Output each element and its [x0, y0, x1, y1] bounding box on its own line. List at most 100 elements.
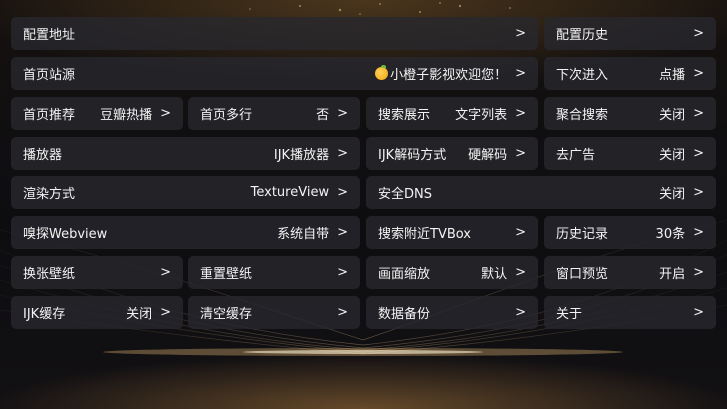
- setting-item[interactable]: 去广告 关闭 >: [544, 137, 716, 170]
- setting-value: 系统自带: [277, 227, 330, 242]
- setting-value: 默认: [481, 267, 508, 282]
- setting-right: 系统自带 >: [277, 223, 348, 242]
- setting-right: >: [515, 225, 526, 240]
- setting-right: >: [160, 265, 171, 280]
- orange-icon: [375, 65, 389, 80]
- setting-value: 关闭: [659, 148, 686, 163]
- setting-value: 关闭: [126, 307, 153, 322]
- chevron-right-icon: >: [515, 225, 526, 240]
- setting-item[interactable]: 首页推荐 豆瓣热播 >: [11, 97, 183, 130]
- setting-item[interactable]: 数据备份 >: [366, 296, 538, 329]
- setting-label: IJK解码方式: [378, 148, 447, 163]
- chevron-right-icon: >: [515, 106, 526, 121]
- setting-item[interactable]: 首页站源 小橙子影视欢迎您！ >: [11, 57, 538, 90]
- setting-item[interactable]: 配置历史 >: [544, 17, 716, 50]
- setting-item[interactable]: 安全DNS 关闭 >: [366, 176, 716, 209]
- setting-label: 搜索展示: [378, 108, 431, 123]
- setting-label: 数据备份: [378, 307, 431, 322]
- setting-value: 30条: [655, 227, 686, 242]
- setting-item[interactable]: 重置壁纸 >: [188, 256, 360, 289]
- setting-right: TextureView >: [251, 185, 348, 200]
- setting-item[interactable]: 搜索展示 文字列表 >: [366, 97, 538, 130]
- chevron-right-icon: >: [337, 305, 348, 320]
- chevron-right-icon: >: [515, 146, 526, 161]
- setting-right: 点播 >: [659, 64, 704, 83]
- setting-item[interactable]: 历史记录 30条 >: [544, 216, 716, 249]
- setting-label: 去广告: [556, 148, 596, 163]
- setting-label: 播放器: [23, 148, 63, 163]
- setting-right: >: [337, 265, 348, 280]
- setting-label: 清空缓存: [200, 307, 253, 322]
- chevron-right-icon: >: [693, 66, 704, 81]
- setting-right: IJK播放器 >: [274, 144, 348, 163]
- setting-item[interactable]: 首页多行否 >: [188, 97, 360, 130]
- setting-right: >: [515, 305, 526, 320]
- setting-label: 窗口预览: [556, 267, 609, 282]
- setting-label: 搜索附近TVBox: [378, 227, 471, 242]
- chevron-right-icon: >: [515, 265, 526, 280]
- chevron-right-icon: >: [337, 146, 348, 161]
- chevron-right-icon: >: [337, 265, 348, 280]
- setting-value: 点播: [659, 68, 686, 83]
- setting-right: 关闭 >: [126, 303, 171, 322]
- chevron-right-icon: >: [337, 106, 348, 121]
- setting-right: 豆瓣热播 >: [100, 104, 171, 123]
- setting-right: 小橙子影视欢迎您！ >: [375, 64, 526, 83]
- setting-item[interactable]: 聚合搜索 关闭 >: [544, 97, 716, 130]
- setting-item[interactable]: 播放器 IJK播放器 >: [11, 137, 360, 170]
- chevron-right-icon: >: [693, 106, 704, 121]
- settings-grid: 配置地址 > 配置历史 > 首页站源 小橙子影视欢迎您！ > 下次进入 点播 > 首页推荐 豆瓣热播 >…: [0, 0, 727, 409]
- chevron-right-icon: >: [693, 146, 704, 161]
- setting-item[interactable]: 下次进入 点播 >: [544, 57, 716, 90]
- chevron-right-icon: >: [693, 265, 704, 280]
- setting-label: 配置地址: [23, 28, 76, 43]
- chevron-right-icon: >: [160, 305, 171, 320]
- setting-label: 嗅探Webview: [23, 227, 108, 242]
- setting-label: 首页推荐: [23, 108, 76, 123]
- chevron-right-icon: >: [337, 225, 348, 240]
- setting-right: >: [337, 305, 348, 320]
- setting-label: 配置历史: [556, 28, 609, 43]
- setting-label: 聚合搜索: [556, 108, 609, 123]
- setting-value: 关闭: [659, 108, 686, 123]
- setting-value: 开启: [659, 267, 686, 282]
- setting-value: 否: [316, 108, 330, 123]
- setting-item[interactable]: 换张壁纸 >: [11, 256, 183, 289]
- setting-item[interactable]: 嗅探Webview 系统自带 >: [11, 216, 360, 249]
- setting-item[interactable]: 搜索附近TVBox >: [366, 216, 538, 249]
- chevron-right-icon: >: [693, 185, 704, 200]
- setting-right: 关闭 >: [659, 144, 704, 163]
- setting-item[interactable]: 渲染方式 TextureView >: [11, 176, 360, 209]
- setting-item[interactable]: IJK缓存 关闭 >: [11, 296, 183, 329]
- setting-item[interactable]: 窗口预览 开启 >: [544, 256, 716, 289]
- setting-right: 默认 >: [481, 263, 526, 282]
- setting-value: 文字列表: [455, 108, 508, 123]
- chevron-right-icon: >: [693, 225, 704, 240]
- setting-right: >: [693, 305, 704, 320]
- chevron-right-icon: >: [515, 305, 526, 320]
- chevron-right-icon: >: [693, 26, 704, 41]
- chevron-right-icon: >: [337, 185, 348, 200]
- chevron-right-icon: >: [693, 305, 704, 320]
- setting-right: 否 >: [316, 104, 348, 123]
- setting-right: 关闭 >: [659, 183, 704, 202]
- setting-right: >: [693, 26, 704, 41]
- setting-item[interactable]: 关于 >: [544, 296, 716, 329]
- setting-item[interactable]: 画面缩放 默认 >: [366, 256, 538, 289]
- setting-item[interactable]: IJK解码方式 硬解码 >: [366, 137, 538, 170]
- setting-value: 硬解码: [468, 148, 508, 163]
- setting-label: 下次进入: [556, 68, 609, 83]
- setting-label: 重置壁纸: [200, 267, 253, 282]
- setting-value: 关闭: [659, 187, 686, 202]
- setting-label: 历史记录: [556, 227, 609, 242]
- setting-item[interactable]: 配置地址 >: [11, 17, 538, 50]
- setting-right: 关闭 >: [659, 104, 704, 123]
- setting-right: >: [515, 26, 526, 41]
- chevron-right-icon: >: [515, 26, 526, 41]
- setting-label: IJK缓存: [23, 307, 66, 322]
- setting-value: 小橙子影视欢迎您！: [390, 68, 508, 83]
- setting-value: TextureView: [250, 185, 330, 200]
- setting-right: 开启 >: [659, 263, 704, 282]
- setting-value: IJK播放器: [273, 148, 330, 163]
- setting-item[interactable]: 清空缓存 >: [188, 296, 360, 329]
